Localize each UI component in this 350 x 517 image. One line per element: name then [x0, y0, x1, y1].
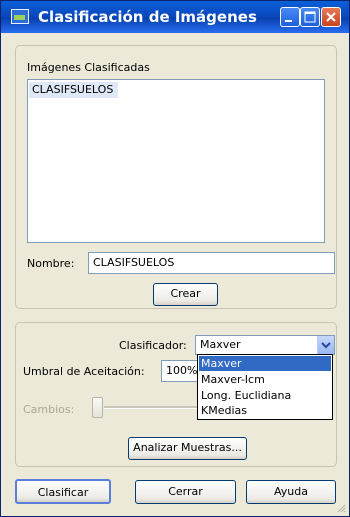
close-button[interactable]: Cerrar	[135, 480, 236, 504]
changes-slider-track[interactable]	[104, 406, 199, 409]
minimize-icon	[285, 20, 292, 22]
window-title: Clasificación de Imágenes	[38, 8, 257, 26]
create-button[interactable]: Crear	[153, 283, 218, 306]
changes-slider-thumb[interactable]	[92, 397, 103, 418]
changes-label: Cambios:	[23, 403, 75, 416]
resize-grip-icon[interactable]	[336, 503, 346, 513]
option-maxver[interactable]: Maxver	[199, 356, 331, 371]
maximize-icon	[304, 11, 316, 23]
classifier-selected-value: Maxver	[200, 338, 241, 351]
classify-button[interactable]: Clasificar	[15, 479, 111, 504]
option-long-euclidiana[interactable]: Long. Euclidiana	[199, 388, 331, 403]
title-bar[interactable]: Clasificación de Imágenes	[1, 1, 349, 33]
help-button[interactable]: Ayuda	[246, 480, 336, 504]
name-label: Nombre:	[27, 257, 75, 270]
close-window-button[interactable]	[321, 7, 341, 27]
image-app-icon	[11, 9, 29, 24]
option-maxver-icm[interactable]: Maxver-Icm	[199, 372, 331, 387]
dropdown-arrow-button[interactable]	[317, 336, 334, 354]
classifier-dropdown-list[interactable]: Maxver Maxver-Icm Long. Euclidiana KMedi…	[197, 354, 333, 420]
analyze-samples-button[interactable]: Analizar Muestras...	[128, 437, 247, 460]
chevron-down-icon	[321, 342, 331, 349]
name-input[interactable]: CLASIFSUELOS	[88, 252, 335, 274]
classifier-select[interactable]: Maxver	[195, 335, 335, 355]
threshold-label: Umbral de Aceitación:	[23, 365, 145, 378]
option-kmedias[interactable]: KMedias	[199, 403, 331, 418]
classified-images-list[interactable]: CLASIFSUELOS	[27, 79, 325, 243]
classifier-label: Clasificador:	[119, 339, 187, 352]
minimize-button[interactable]	[280, 7, 300, 27]
classified-images-label: Imágenes Clasificadas	[27, 61, 150, 74]
maximize-button[interactable]	[300, 7, 320, 27]
list-item[interactable]: CLASIFSUELOS	[29, 82, 119, 98]
classification-window: Clasificación de Imágenes Imágenes Clasi…	[0, 0, 350, 517]
close-icon	[326, 12, 336, 22]
threshold-input[interactable]: 100%	[161, 360, 201, 382]
